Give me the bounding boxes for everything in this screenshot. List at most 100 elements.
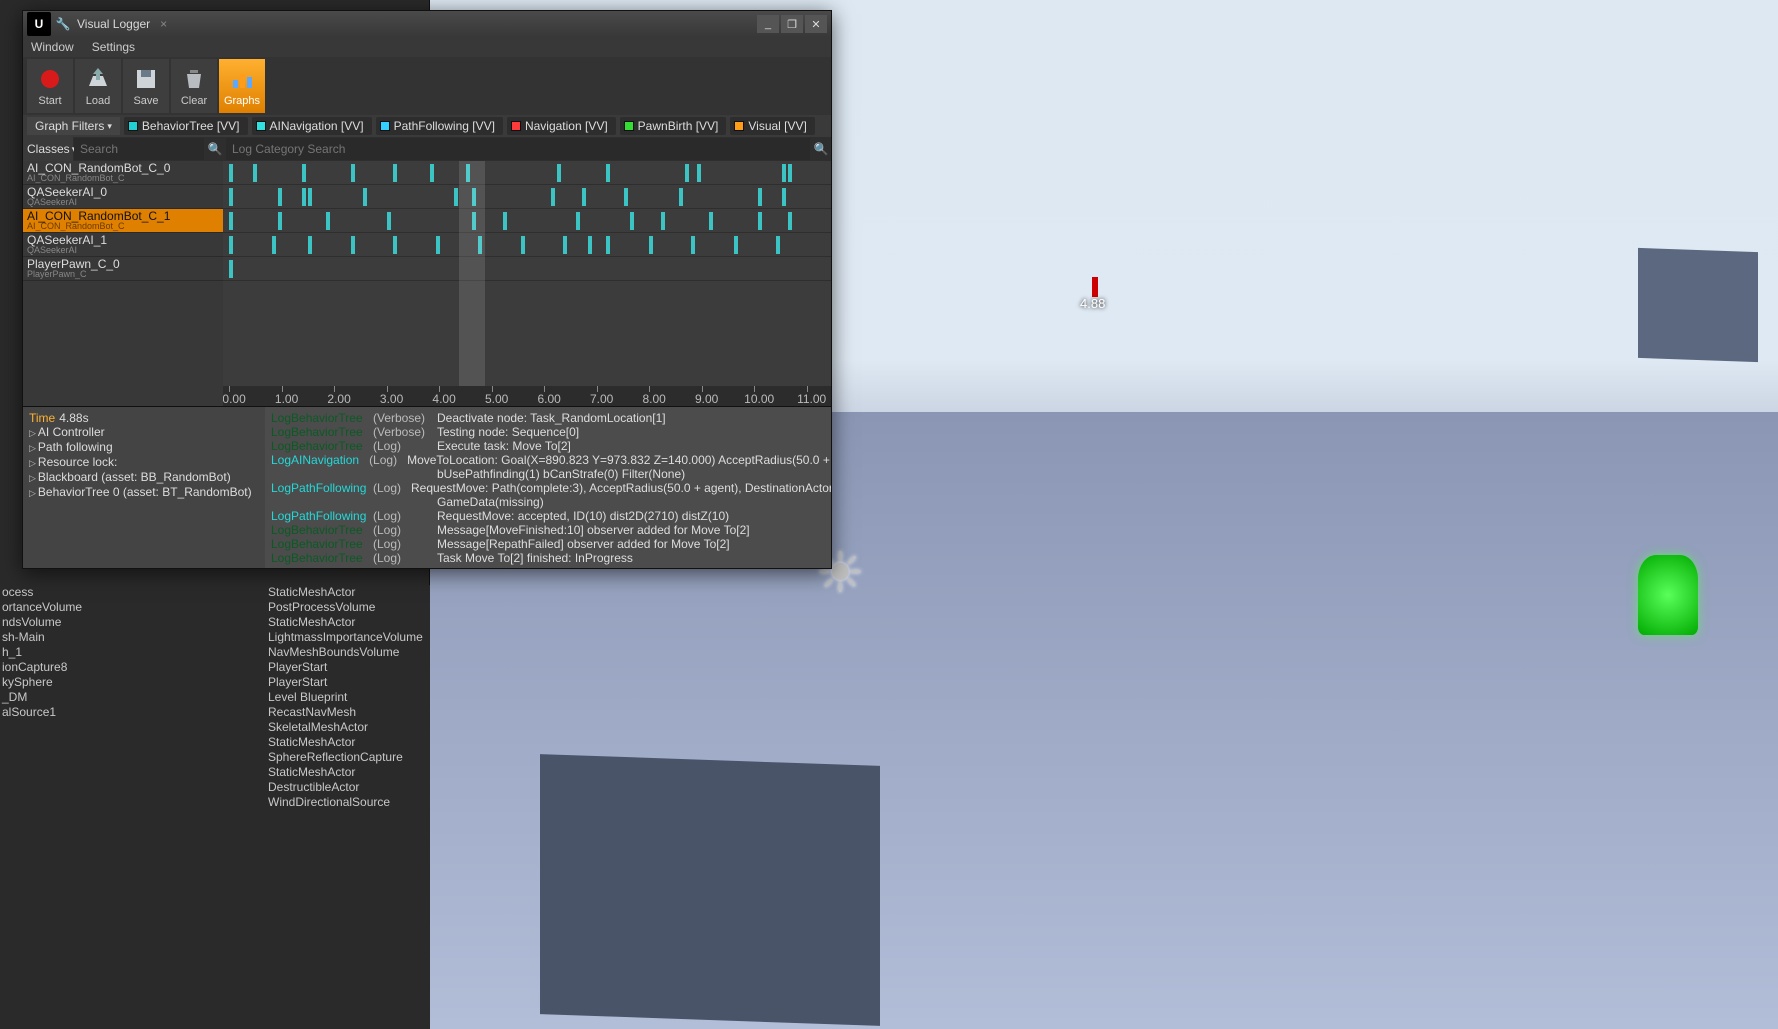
log-event[interactable] (454, 188, 458, 206)
filter-2[interactable]: PathFollowing [VV] (376, 117, 503, 135)
filter-1[interactable]: AINavigation [VV] (252, 117, 372, 135)
log-row[interactable]: LogBehaviorTree(Log)Message[RepathFailed… (271, 537, 825, 551)
log-event[interactable] (351, 236, 355, 254)
log-event[interactable] (697, 164, 701, 182)
log-event[interactable] (624, 188, 628, 206)
log-event[interactable] (788, 164, 792, 182)
timeline-ruler[interactable] (223, 386, 831, 406)
visual-logger-window[interactable]: U 🔧 Visual Logger × _ ❐ ✕ Window Setting… (22, 10, 832, 569)
log-event[interactable] (229, 188, 233, 206)
disclosure-icon[interactable]: ▷ (29, 428, 36, 438)
log-event[interactable] (229, 164, 233, 182)
track[interactable] (223, 233, 831, 257)
timeline-row[interactable]: AI_CON_RandomBot_C_0AI_CON_RandomBot_C (23, 161, 223, 185)
log-row[interactable]: LogPathFollowing(Log)RequestMove: accept… (271, 509, 825, 523)
log-event[interactable] (630, 212, 634, 230)
timeline-row[interactable]: QASeekerAI_0QASeekerAI (23, 185, 223, 209)
graph-filters-dropdown[interactable]: Graph Filters (27, 117, 120, 135)
log-event[interactable] (308, 236, 312, 254)
log-panel[interactable]: LogBehaviorTree(Verbose)Deactivate node:… (265, 407, 831, 568)
timeline-row[interactable]: AI_CON_RandomBot_C_1AI_CON_RandomBot_C (23, 209, 223, 233)
log-event[interactable] (436, 236, 440, 254)
clear-button[interactable]: Clear (171, 59, 217, 113)
log-event[interactable] (466, 164, 470, 182)
search-input[interactable] (74, 138, 204, 160)
selected-event[interactable] (472, 212, 480, 230)
log-row[interactable]: bUsePathfinding(1) bCanStrafe(0) Filter(… (271, 467, 825, 481)
log-event[interactable] (253, 164, 257, 182)
log-event[interactable] (302, 188, 306, 206)
track[interactable] (223, 257, 831, 281)
menu-settings[interactable]: Settings (92, 40, 135, 54)
tab-close-icon[interactable]: × (160, 17, 167, 31)
search-icon[interactable]: 🔍 (811, 137, 831, 161)
log-row[interactable]: LogAINavigation(Log)MoveToLocation: Goal… (271, 453, 825, 467)
log-event[interactable] (649, 236, 653, 254)
log-event[interactable] (478, 236, 482, 254)
log-event[interactable] (229, 236, 233, 254)
maximize-button[interactable]: ❐ (781, 15, 803, 33)
log-event[interactable] (782, 164, 786, 182)
disclosure-icon[interactable]: ▷ (29, 488, 36, 498)
log-event[interactable] (734, 236, 738, 254)
minimize-button[interactable]: _ (757, 15, 779, 33)
log-event[interactable] (582, 188, 586, 206)
close-button[interactable]: ✕ (805, 15, 827, 33)
disclosure-icon[interactable]: ▷ (29, 443, 36, 453)
log-event[interactable] (363, 188, 367, 206)
search-icon[interactable]: 🔍 (205, 137, 225, 161)
log-event[interactable] (576, 212, 580, 230)
filter-0[interactable]: BehaviorTree [VV] (124, 117, 248, 135)
log-row[interactable]: LogBehaviorTree(Verbose)Deactivate node:… (271, 411, 825, 425)
log-event[interactable] (326, 212, 330, 230)
log-event[interactable] (685, 164, 689, 182)
log-event[interactable] (557, 164, 561, 182)
ai-character[interactable] (1638, 555, 1698, 635)
filter-4[interactable]: PawnBirth [VV] (620, 117, 727, 135)
log-row[interactable]: LogPathFollowing(Log)RequestMove: Path(c… (271, 481, 825, 495)
log-row[interactable]: LogBehaviorTree(Log)Message[MoveFinished… (271, 523, 825, 537)
disclosure-icon[interactable]: ▷ (29, 458, 36, 468)
log-event[interactable] (782, 188, 786, 206)
start-button[interactable]: Start (27, 59, 73, 113)
log-event[interactable] (551, 188, 555, 206)
log-category-search-input[interactable] (226, 138, 810, 160)
log-event[interactable] (709, 212, 713, 230)
titlebar[interactable]: U 🔧 Visual Logger × _ ❐ ✕ (23, 11, 831, 37)
filter-5[interactable]: Visual [VV] (730, 117, 814, 135)
world-outliner[interactable]: ocessortanceVolumendsVolumesh-Mainh_1ion… (0, 585, 430, 1029)
log-row[interactable]: GameData(missing) (271, 495, 825, 509)
log-event[interactable] (472, 188, 476, 206)
log-event[interactable] (758, 188, 762, 206)
menu-window[interactable]: Window (31, 40, 74, 54)
load-button[interactable]: Load (75, 59, 121, 113)
log-event[interactable] (278, 212, 282, 230)
log-event[interactable] (521, 236, 525, 254)
log-event[interactable] (229, 260, 233, 278)
log-event[interactable] (393, 164, 397, 182)
log-event[interactable] (308, 188, 312, 206)
log-row[interactable]: LogBehaviorTree(Verbose)Testing node: Se… (271, 425, 825, 439)
save-button[interactable]: Save (123, 59, 169, 113)
timeline-row[interactable]: QASeekerAI_1QASeekerAI (23, 233, 223, 257)
log-event[interactable] (661, 212, 665, 230)
log-event[interactable] (278, 188, 282, 206)
log-event[interactable] (691, 236, 695, 254)
graphs-button[interactable]: Graphs (219, 59, 265, 113)
timeline-tracks[interactable] (223, 161, 831, 406)
log-event[interactable] (272, 236, 276, 254)
log-event[interactable] (393, 236, 397, 254)
log-event[interactable] (430, 164, 434, 182)
log-event[interactable] (302, 164, 306, 182)
track[interactable] (223, 209, 831, 233)
log-event[interactable] (229, 212, 233, 230)
log-event[interactable] (606, 164, 610, 182)
classes-dropdown[interactable]: Classes (23, 137, 73, 161)
disclosure-icon[interactable]: ▷ (29, 473, 36, 483)
track[interactable] (223, 161, 831, 185)
timeline-row[interactable]: PlayerPawn_C_0PlayerPawn_C (23, 257, 223, 281)
log-row[interactable]: LogBehaviorTree(Log)Execute task: Move T… (271, 439, 825, 453)
filter-3[interactable]: Navigation [VV] (507, 117, 616, 135)
log-row[interactable]: LogBehaviorTree(Log)Task Move To[2] fini… (271, 551, 825, 565)
log-event[interactable] (563, 236, 567, 254)
